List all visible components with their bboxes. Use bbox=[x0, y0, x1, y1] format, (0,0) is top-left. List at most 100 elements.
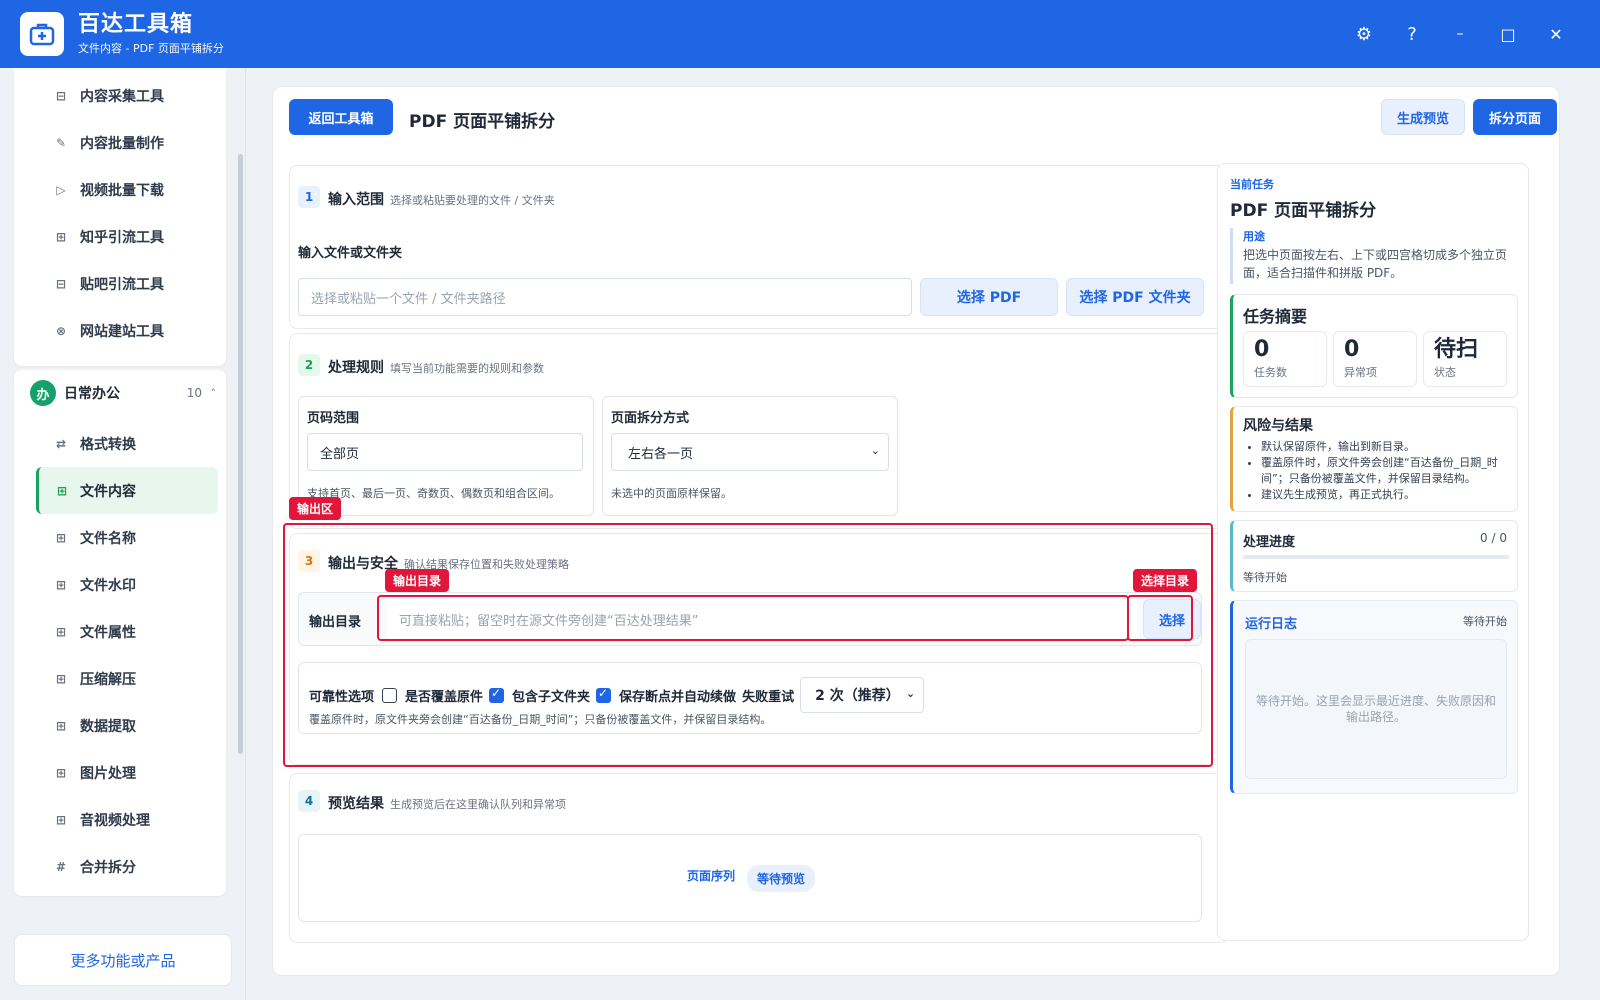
sidebar-group-office: 办 日常办公 10 ˄ ⇄ 格式转换 ⊞ 文件内容 ⊞ 文件名称 ⊞ 文件水印 … bbox=[14, 370, 226, 896]
risk-item: 建议先生成预览，再正式执行。 bbox=[1261, 487, 1517, 503]
sidebar-item-content-collect[interactable]: ⊟ 内容采集工具 bbox=[14, 72, 226, 119]
page-sequence-label: 页面序列 bbox=[687, 869, 736, 883]
sidebar-item-content-batch[interactable]: ✎ 内容批量制作 bbox=[14, 119, 226, 166]
page-range-hint: 支持首页、最后一页、奇数页、偶数页和组合区间。 bbox=[307, 487, 560, 500]
stat-exceptions: 0 异常项 bbox=[1333, 331, 1417, 387]
choose-dir-highlight bbox=[1127, 595, 1193, 641]
choose-dir-tag: 选择目录 bbox=[1133, 569, 1198, 592]
grid-icon: ⊞ bbox=[55, 229, 67, 244]
stat-status: 待扫 状态 bbox=[1423, 331, 1507, 387]
page-range-label: 页码范围 bbox=[307, 411, 360, 426]
minimize-icon[interactable]: – bbox=[1436, 16, 1484, 52]
video-icon: ▷ bbox=[56, 182, 66, 197]
globe-icon: ⊗ bbox=[55, 323, 67, 338]
section-title: 预览结果 bbox=[328, 796, 384, 812]
maximize-icon[interactable]: □ bbox=[1484, 16, 1532, 52]
section-preview: 4 预览结果 生成预览后在这里确认队列和异常项 页面序列 等待预览 bbox=[289, 773, 1229, 943]
log-placeholder: 等待开始。这里会显示最近进度、失败原因和输出路径。 bbox=[1256, 694, 1497, 724]
split-mode-select[interactable]: 左右各一页 ⌄ bbox=[611, 433, 889, 471]
preview-area: 页面序列 等待预览 bbox=[298, 834, 1202, 922]
chevron-down-icon: ⌄ bbox=[870, 444, 880, 457]
sidebar-item-file-name[interactable]: ⊞ 文件名称 bbox=[14, 514, 226, 561]
risk-item: 默认保留原件，输出到新目录。 bbox=[1261, 439, 1517, 455]
back-to-toolbox-button[interactable]: 返回工具箱 bbox=[289, 99, 393, 135]
page-range-input[interactable]: 全部页 bbox=[307, 433, 583, 471]
usage-text: 把选中页面按左右、上下或四宫格切成多个独立页面，适合扫描件和拼版 PDF。 bbox=[1243, 248, 1508, 280]
main-panel: 返回工具箱 PDF 页面平铺拆分 生成预览 拆分页面 1 输入范围 选择或粘贴要处… bbox=[272, 86, 1560, 976]
sidebar-scroll-thumb[interactable] bbox=[238, 154, 243, 754]
progress-count: 0 / 0 bbox=[1480, 531, 1507, 545]
split-mode-hint: 未选中的页面原样保留。 bbox=[611, 487, 732, 500]
summary-title: 任务摘要 bbox=[1243, 307, 1308, 326]
sidebar-item-merge-split[interactable]: # 合并拆分 bbox=[14, 843, 226, 890]
choose-pdf-button[interactable]: 选择 PDF bbox=[920, 278, 1058, 316]
section-rules: 2 处理规则 填写当前功能需要的规则和参数 页码范围 全部页 支持首页、最后一页、… bbox=[289, 333, 1229, 529]
split-pages-button[interactable]: 拆分页面 bbox=[1473, 99, 1557, 135]
log-area: 等待开始。这里会显示最近进度、失败原因和输出路径。 bbox=[1245, 639, 1507, 779]
input-field-label: 输入文件或文件夹 bbox=[298, 246, 403, 261]
close-icon[interactable]: ✕ bbox=[1532, 16, 1580, 52]
output-area-highlight bbox=[283, 523, 1213, 767]
document-icon: ⊟ bbox=[55, 88, 67, 103]
output-dir-tag: 输出目录 bbox=[385, 569, 450, 592]
swap-icon: ⇄ bbox=[55, 436, 67, 451]
group-count: 10 bbox=[186, 386, 202, 400]
group-badge: 办 bbox=[30, 380, 56, 406]
section-number: 1 bbox=[298, 186, 320, 208]
sidebar-item-data-extract[interactable]: ⊞ 数据提取 bbox=[14, 702, 226, 749]
split-mode-card: 页面拆分方式 左右各一页 ⌄ 未选中的页面原样保留。 bbox=[602, 396, 898, 516]
sidebar: ⊟ 内容采集工具 ✎ 内容批量制作 ▷ 视频批量下载 ⊞ 知乎引流工具 ⊟ 贴吧… bbox=[0, 68, 246, 1000]
log-title: 运行日志 bbox=[1245, 617, 1298, 632]
chevron-up-icon[interactable]: ˄ bbox=[211, 387, 217, 400]
sidebar-item-file-content[interactable]: ⊞ 文件内容 bbox=[36, 467, 218, 514]
sidebar-item-tieba[interactable]: ⊟ 贴吧引流工具 bbox=[14, 260, 226, 307]
risk-card: 风险与结果 默认保留原件，输出到新目录。 覆盖原件时，原文件旁会创建“百达备份_… bbox=[1230, 406, 1518, 512]
document-icon: ⊟ bbox=[55, 276, 67, 291]
output-dir-highlight bbox=[377, 595, 1129, 641]
section-desc: 选择或粘贴要处理的文件 / 文件夹 bbox=[390, 194, 555, 207]
split-mode-label: 页面拆分方式 bbox=[611, 411, 690, 426]
sidebar-item-website[interactable]: ⊗ 网站建站工具 bbox=[14, 307, 226, 354]
sidebar-item-compress[interactable]: ⊞ 压缩解压 bbox=[14, 655, 226, 702]
usage-label: 用途 bbox=[1243, 230, 1265, 243]
pen-icon: ✎ bbox=[55, 135, 67, 150]
section-number: 4 bbox=[298, 790, 320, 812]
input-path-field[interactable]: 选择或粘贴一个文件 / 文件夹路径 bbox=[298, 278, 912, 316]
section-desc: 填写当前功能需要的规则和参数 bbox=[390, 362, 544, 375]
grid-icon: ⊞ bbox=[55, 718, 67, 733]
grid-icon: ⊞ bbox=[55, 530, 67, 545]
group-header-office[interactable]: 办 日常办公 10 ˄ bbox=[14, 370, 226, 416]
sidebar-item-watermark[interactable]: ⊞ 文件水印 bbox=[14, 561, 226, 608]
risk-item: 覆盖原件时，原文件旁会创建“百达备份_日期_时间”；只备份被覆盖文件，并保留目录… bbox=[1261, 455, 1517, 487]
sidebar-item-zhihu[interactable]: ⊞ 知乎引流工具 bbox=[14, 213, 226, 260]
help-icon[interactable]: ? bbox=[1388, 16, 1436, 52]
group-title: 日常办公 bbox=[64, 386, 120, 402]
section-title: 处理规则 bbox=[328, 360, 384, 376]
task-title: PDF 页面平铺拆分 bbox=[1230, 201, 1377, 221]
output-area-tag: 输出区 bbox=[289, 497, 342, 520]
hash-icon: # bbox=[55, 859, 67, 874]
sidebar-item-audio-video[interactable]: ⊞ 音视频处理 bbox=[14, 796, 226, 843]
section-title: 输入范围 bbox=[328, 192, 384, 208]
sidebar-item-image[interactable]: ⊞ 图片处理 bbox=[14, 749, 226, 796]
sidebar-item-attributes[interactable]: ⊞ 文件属性 bbox=[14, 608, 226, 655]
settings-gear-icon[interactable]: ⚙ bbox=[1340, 16, 1388, 52]
preview-status-badge: 等待预览 bbox=[747, 865, 816, 892]
task-kicker: 当前任务 bbox=[1230, 178, 1274, 191]
sidebar-item-video-download[interactable]: ▷ 视频批量下载 bbox=[14, 166, 226, 213]
progress-status: 等待开始 bbox=[1243, 571, 1287, 584]
grid-icon: ⊞ bbox=[55, 577, 67, 592]
choose-pdf-folder-button[interactable]: 选择 PDF 文件夹 bbox=[1066, 278, 1204, 316]
risk-title: 风险与结果 bbox=[1243, 418, 1313, 434]
grid-icon: ⊞ bbox=[55, 624, 67, 639]
log-card: 运行日志 等待开始 等待开始。这里会显示最近进度、失败原因和输出路径。 bbox=[1230, 600, 1518, 794]
generate-preview-button[interactable]: 生成预览 bbox=[1381, 99, 1465, 135]
more-products-button[interactable]: 更多功能或产品 bbox=[14, 934, 232, 986]
app-logo-icon bbox=[20, 12, 64, 56]
split-mode-value: 左右各一页 bbox=[628, 446, 694, 462]
progress-title: 处理进度 bbox=[1243, 535, 1296, 550]
section-number: 2 bbox=[298, 354, 320, 376]
log-status: 等待开始 bbox=[1463, 615, 1507, 628]
sidebar-group-marketing: ⊟ 内容采集工具 ✎ 内容批量制作 ▷ 视频批量下载 ⊞ 知乎引流工具 ⊟ 贴吧… bbox=[14, 68, 226, 366]
sidebar-item-format-convert[interactable]: ⇄ 格式转换 bbox=[14, 420, 226, 467]
